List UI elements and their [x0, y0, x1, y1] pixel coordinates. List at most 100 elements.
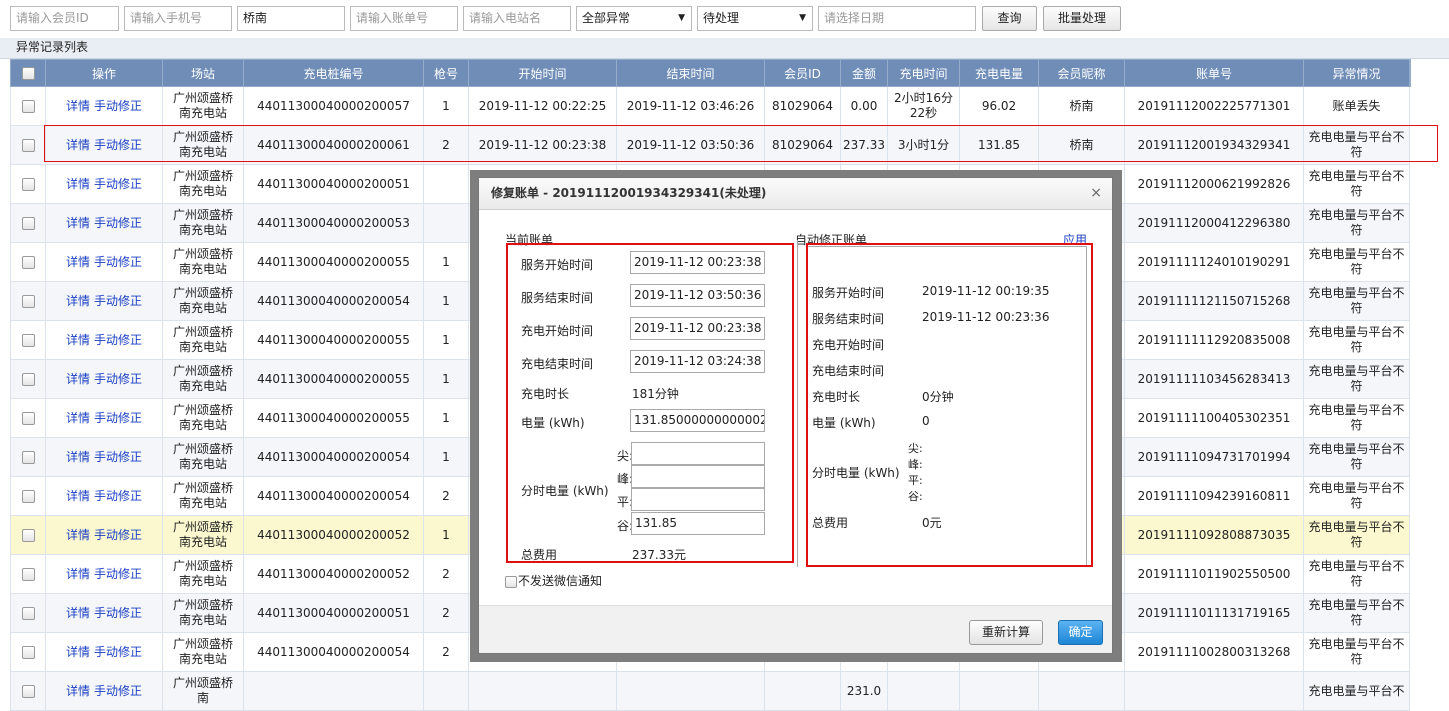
cell-issue: 充电电量与平台不符 — [1303, 437, 1410, 477]
row-checkbox[interactable] — [21, 528, 35, 542]
row-select-cell — [10, 593, 46, 633]
anomaly-type-select[interactable]: 全部异常 ▼ — [576, 6, 692, 31]
row-checkbox[interactable] — [21, 333, 35, 347]
cell-gun: 2 — [423, 632, 469, 672]
detail-link[interactable]: 详情 — [66, 489, 90, 503]
cell-nick: 桥南 — [1038, 86, 1125, 126]
detail-link[interactable]: 详情 — [66, 645, 90, 659]
cell-duration — [887, 671, 960, 711]
no-wechat-label: 不发送微信通知 — [518, 574, 603, 588]
row-checkbox[interactable] — [21, 684, 35, 698]
row-checkbox[interactable] — [21, 372, 35, 386]
column-header: 会员昵称 — [1038, 59, 1125, 87]
row-select-cell — [10, 320, 46, 360]
status-select[interactable]: 待处理 ▼ — [697, 6, 813, 31]
member-id-input[interactable]: 请输入会员ID — [10, 6, 119, 31]
table-row[interactable]: 详情 手动修正 广州颂盛桥南 231.0 充电电量与平台不 — [10, 671, 1411, 711]
cell-gun: 1 — [423, 398, 469, 438]
detail-link[interactable]: 详情 — [66, 294, 90, 308]
cell-gun: 1 — [423, 281, 469, 321]
list-title: 异常记录列表 — [0, 38, 1449, 59]
cell-duration: 2小时16分22秒 — [887, 86, 960, 126]
detail-link[interactable]: 详情 — [66, 255, 90, 269]
station-name-input[interactable]: 请输入电站名 — [463, 6, 571, 31]
no-wechat-option[interactable]: 不发送微信通知 — [505, 572, 602, 589]
confirm-button[interactable]: 确定 — [1058, 620, 1103, 645]
row-checkbox[interactable] — [21, 138, 35, 152]
cell-pile: 44011300040000200053 — [243, 203, 424, 243]
auto-bill-highlight — [806, 243, 1093, 567]
manual-fix-link[interactable]: 手动修正 — [94, 372, 142, 386]
cell-station: 广州颂盛桥南充电站 — [162, 593, 244, 633]
manual-fix-link[interactable]: 手动修正 — [94, 567, 142, 581]
cell-pile: 44011300040000200054 — [243, 632, 424, 672]
row-checkbox[interactable] — [21, 99, 35, 113]
no-wechat-checkbox[interactable] — [505, 575, 517, 588]
detail-link[interactable]: 详情 — [66, 528, 90, 542]
manual-fix-link[interactable]: 手动修正 — [94, 294, 142, 308]
detail-link[interactable]: 详情 — [66, 216, 90, 230]
manual-fix-link[interactable]: 手动修正 — [94, 411, 142, 425]
row-checkbox[interactable] — [21, 411, 35, 425]
row-checkbox[interactable] — [21, 450, 35, 464]
manual-fix-link[interactable]: 手动修正 — [94, 216, 142, 230]
cell-member: 81029064 — [764, 86, 841, 126]
detail-link[interactable]: 详情 — [66, 567, 90, 581]
column-header: 充电时间 — [887, 59, 960, 87]
row-checkbox[interactable] — [21, 567, 35, 581]
row-select-cell — [10, 515, 46, 555]
bill-input[interactable]: 请输入账单号 — [350, 6, 458, 31]
detail-link[interactable]: 详情 — [66, 450, 90, 464]
manual-fix-link[interactable]: 手动修正 — [94, 489, 142, 503]
cell-issue: 充电电量与平台不符 — [1303, 281, 1410, 321]
cell-bill: 20191112000412296380 — [1124, 203, 1304, 243]
row-actions: 详情 手动修正 — [45, 398, 163, 438]
row-actions: 详情 手动修正 — [45, 515, 163, 555]
row-checkbox[interactable] — [21, 645, 35, 659]
column-header: 场站 — [162, 59, 244, 87]
cell-bill: 20191111002800313268 — [1124, 632, 1304, 672]
cell-end — [616, 671, 765, 711]
cell-station: 广州颂盛桥南充电站 — [162, 164, 244, 204]
manual-fix-link[interactable]: 手动修正 — [94, 606, 142, 620]
row-checkbox[interactable] — [21, 606, 35, 620]
detail-link[interactable]: 详情 — [66, 99, 90, 113]
row-checkbox[interactable] — [21, 177, 35, 191]
cell-bill: 2019111200222577​1301 — [1124, 86, 1304, 126]
station-input[interactable]: 桥南 — [237, 6, 345, 31]
row-checkbox[interactable] — [21, 216, 35, 230]
row-select-cell — [10, 554, 46, 594]
table-row[interactable]: 详情 手动修正 广州颂盛桥南充电站 44011300040000200057 1 2019… — [10, 86, 1411, 126]
manual-fix-link[interactable]: 手动修正 — [94, 528, 142, 542]
cell-gun — [423, 203, 469, 243]
manual-fix-link[interactable]: 手动修正 — [94, 177, 142, 191]
row-actions: 详情 手动修正 — [45, 476, 163, 516]
row-checkbox[interactable] — [21, 255, 35, 269]
cell-issue: 充电电量与平台不 — [1303, 671, 1410, 711]
select-all-checkbox[interactable] — [21, 67, 35, 80]
detail-link[interactable]: 详情 — [66, 372, 90, 386]
row-checkbox[interactable] — [21, 489, 35, 503]
manual-fix-link[interactable]: 手动修正 — [94, 99, 142, 113]
manual-fix-link[interactable]: 手动修正 — [94, 645, 142, 659]
manual-fix-link[interactable]: 手动修正 — [94, 255, 142, 269]
column-header: 异常情况 — [1303, 59, 1410, 87]
date-input[interactable]: 请选择日期 — [818, 6, 976, 31]
row-checkbox[interactable] — [21, 294, 35, 308]
cell-issue: 充电电量与平台不符 — [1303, 398, 1410, 438]
detail-link[interactable]: 详情 — [66, 177, 90, 191]
query-button[interactable]: 查询 — [982, 6, 1037, 31]
column-header-extra — [1409, 59, 1411, 87]
manual-fix-link[interactable]: 手动修正 — [94, 450, 142, 464]
batch-process-button[interactable]: 批量处理 — [1043, 6, 1121, 31]
manual-fix-link[interactable]: 手动修正 — [94, 333, 142, 347]
phone-input[interactable]: 请输入手机号 — [124, 6, 232, 31]
cell-issue: 账单丢失 — [1303, 86, 1410, 126]
detail-link[interactable]: 详情 — [66, 333, 90, 347]
detail-link[interactable]: 详情 — [66, 411, 90, 425]
recalculate-button[interactable]: 重新计算 — [969, 620, 1043, 645]
detail-link[interactable]: 详情 — [66, 606, 90, 620]
cell-bill: 20191111124010190291 — [1124, 242, 1304, 282]
cell-bill: 20191111094731701994 — [1124, 437, 1304, 477]
close-icon[interactable]: × — [1090, 185, 1102, 201]
